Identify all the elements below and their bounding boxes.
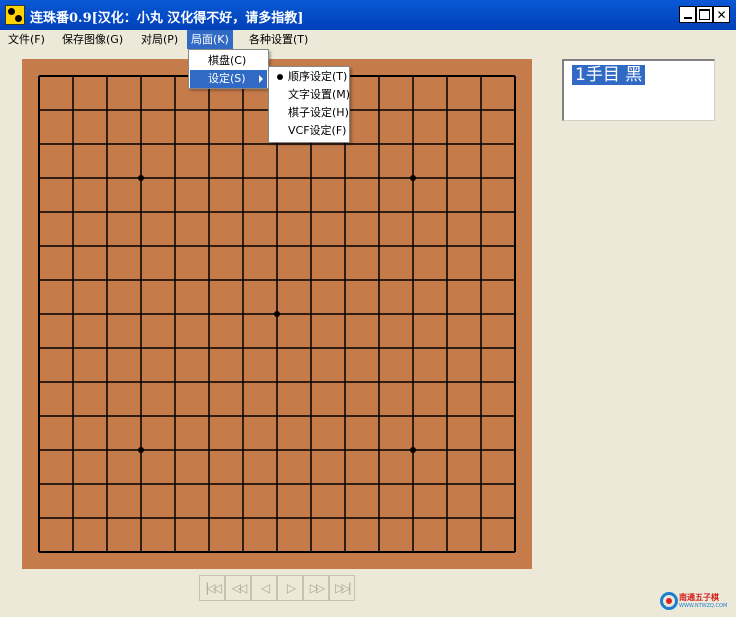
position-menu: 棋盘(C) 设定(S) — [188, 49, 269, 89]
star-point — [138, 447, 144, 453]
window-title: 连珠番0.9[汉化：小丸 汉化得不好，请多指教] — [30, 11, 304, 26]
watermark-logo: 南通五子棋 WWW.NTWZQ.COM — [660, 590, 734, 614]
rewind-button[interactable]: ◁◁ — [225, 575, 251, 601]
menu-item-stone-setting[interactable]: 棋子设定(H) — [270, 104, 349, 122]
rewind-icon: ◁◁ — [231, 581, 248, 595]
logo-icon — [660, 592, 678, 610]
move-list[interactable]: 1手目 黑 — [562, 59, 715, 121]
watermark-text: 南通五子棋 — [679, 592, 719, 602]
app-icon[interactable] — [5, 5, 25, 25]
menu-item-text-setting[interactable]: 文字设置(M) — [270, 86, 350, 104]
forward-button[interactable]: ▷▷ — [303, 575, 329, 601]
menu-settings[interactable]: 各种设置(T) — [245, 30, 312, 49]
submenu-arrow-icon — [259, 75, 263, 83]
move-navigation: |◁◁ ◁◁ ◁ ▷ ▷▷ ▷▷| — [199, 575, 355, 601]
menu-item-setup[interactable]: 设定(S) — [190, 70, 267, 88]
star-point — [410, 447, 416, 453]
next-move-button[interactable]: ▷ — [277, 575, 303, 601]
last-icon: ▷▷| — [335, 581, 351, 595]
menu-file[interactable]: 文件(F) — [4, 30, 49, 49]
menu-item-setup-label: 设定(S) — [208, 72, 246, 85]
star-point — [410, 175, 416, 181]
watermark-url: WWW.NTWZQ.COM — [679, 603, 728, 609]
menu-item-order-setting[interactable]: 顺序设定(T) — [270, 68, 348, 86]
close-button[interactable]: ✕ — [713, 6, 730, 23]
maximize-button[interactable] — [696, 6, 713, 23]
star-point — [274, 311, 280, 317]
star-point — [138, 175, 144, 181]
move-list-item[interactable]: 1手目 黑 — [572, 65, 646, 85]
last-move-button[interactable]: ▷▷| — [329, 575, 355, 601]
first-move-button[interactable]: |◁◁ — [199, 575, 225, 601]
menu-item-vcf-setting[interactable]: VCF设定(F) — [270, 122, 348, 140]
radio-bullet-icon — [277, 74, 283, 80]
title-bar[interactable]: 连珠番0.9[汉化：小丸 汉化得不好，请多指教] ✕ — [0, 0, 736, 30]
prev-move-button[interactable]: ◁ — [251, 575, 277, 601]
minimize-button[interactable] — [679, 6, 696, 23]
menu-game[interactable]: 对局(P) — [137, 30, 182, 49]
prev-icon: ◁ — [260, 581, 270, 595]
setup-submenu: 顺序设定(T) 文字设置(M) 棋子设定(H) VCF设定(F) — [268, 66, 350, 143]
next-icon: ▷ — [286, 581, 296, 595]
menu-item-board[interactable]: 棋盘(C) — [190, 52, 267, 70]
forward-icon: ▷▷ — [309, 581, 326, 595]
menu-bar: 文件(F) 保存图像(G) 对局(P) 局面(K) 各种设置(T) — [0, 30, 736, 49]
menu-save-image[interactable]: 保存图像(G) — [58, 30, 127, 49]
menu-position[interactable]: 局面(K) — [187, 30, 233, 49]
menu-item-order-label: 顺序设定(T) — [288, 70, 348, 83]
first-icon: |◁◁ — [205, 581, 221, 595]
